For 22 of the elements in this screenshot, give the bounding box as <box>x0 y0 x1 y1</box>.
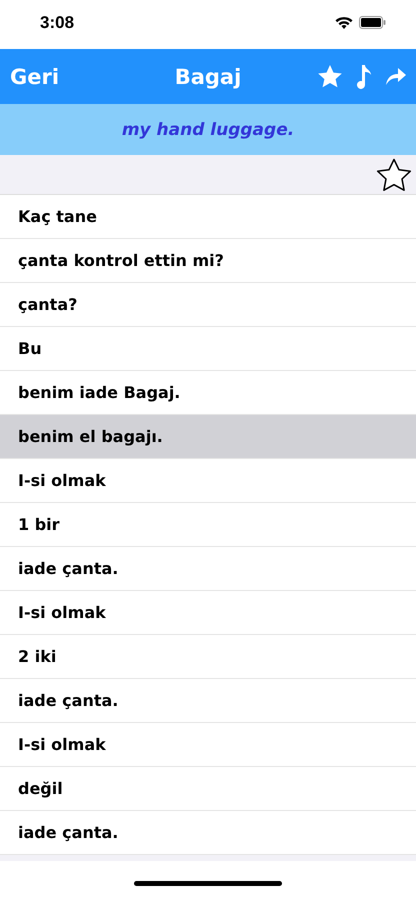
translation-text: my hand luggage. <box>122 120 294 140</box>
phrase-row[interactable]: Bu <box>0 327 416 371</box>
share-arrow-icon[interactable] <box>386 68 406 86</box>
phrase-row[interactable]: Kaç tane <box>0 195 416 239</box>
phrase-row[interactable]: çanta kontrol ettin mi? <box>0 239 416 283</box>
battery-icon <box>359 16 386 29</box>
nav-title: Bagaj <box>174 64 242 88</box>
status-time: 3:08 <box>40 12 74 32</box>
phrase-row[interactable]: I-si olmak <box>0 591 416 635</box>
phrase-row[interactable]: I-si olmak <box>0 459 416 503</box>
favorite-star-icon[interactable] <box>376 158 412 192</box>
phrase-row[interactable]: çanta? <box>0 283 416 327</box>
phrase-row[interactable]: 2 iki <box>0 635 416 679</box>
phrase-row[interactable]: iade çanta. <box>0 679 416 723</box>
wifi-icon <box>335 16 353 29</box>
phrase-row[interactable]: değil <box>0 767 416 811</box>
music-note-icon[interactable] <box>356 64 372 88</box>
phrase-row[interactable]: 1 bir <box>0 503 416 547</box>
phrase-row[interactable]: I-si olmak <box>0 723 416 767</box>
phrase-row[interactable]: benim el bagajı. <box>0 415 416 459</box>
phrase-row[interactable]: iade çanta. <box>0 547 416 591</box>
star-icon[interactable] <box>318 65 342 88</box>
